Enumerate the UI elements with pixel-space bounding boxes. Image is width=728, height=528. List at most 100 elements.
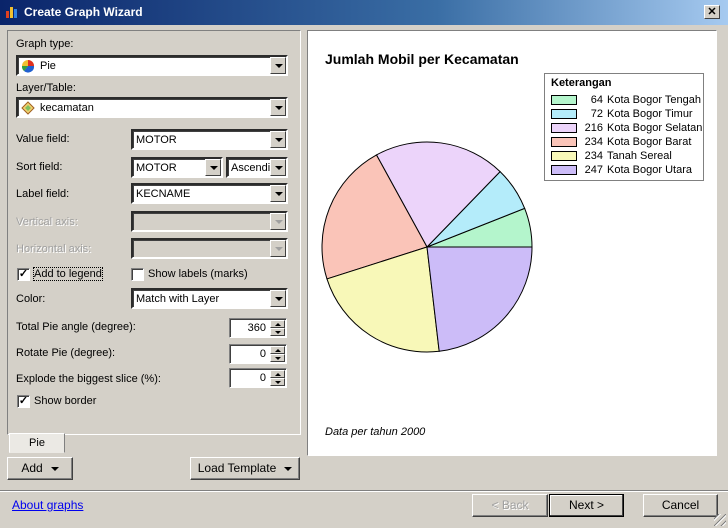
legend-label: Kota Bogor Timur xyxy=(607,108,693,120)
layer-value: kecamatan xyxy=(40,102,94,114)
legend-value: 234 xyxy=(584,150,603,162)
color-value: Match with Layer xyxy=(136,293,220,305)
chevron-down-icon[interactable] xyxy=(270,57,286,74)
layer-icon xyxy=(21,101,35,115)
next-button[interactable]: Next > xyxy=(549,494,624,517)
layer-label: Layer/Table: xyxy=(16,82,76,94)
vertical-axis-select xyxy=(131,211,288,232)
legend-swatch xyxy=(551,151,577,161)
legend-item: 234 Kota Bogor Barat xyxy=(551,136,701,149)
add-button-label: Add xyxy=(21,461,43,475)
chevron-down-icon[interactable] xyxy=(270,290,286,307)
pie-slice-6 xyxy=(426,246,533,352)
legend-value: 247 xyxy=(584,164,603,176)
chevron-down-icon xyxy=(270,213,286,230)
legend-item: 216 Kota Bogor Selatan xyxy=(551,122,703,135)
chart-legend: Keterangan 64 Kota Bogor Tengah 72 Kota Bog… xyxy=(544,73,704,181)
add-to-legend-label[interactable]: Add to legend xyxy=(33,267,103,281)
add-to-legend-checkbox[interactable]: ✓ xyxy=(17,268,30,281)
legend-value: 234 xyxy=(584,136,603,148)
chevron-down-icon[interactable] xyxy=(270,131,286,148)
spin-up-icon[interactable] xyxy=(270,320,285,328)
chevron-down-icon[interactable] xyxy=(205,159,221,176)
explode-label: Explode the biggest slice (%): xyxy=(16,373,161,385)
rotate-value: 0 xyxy=(259,348,266,360)
chevron-down-icon xyxy=(270,240,286,257)
label-field-label: Label field: xyxy=(16,188,70,200)
show-labels-checkbox[interactable] xyxy=(131,268,144,281)
title-bar: Create Graph Wizard ✕ xyxy=(0,0,728,25)
color-label: Color: xyxy=(16,293,46,305)
vertical-axis-label: Vertical axis: xyxy=(16,216,78,228)
checkmark-icon: ✓ xyxy=(18,395,29,407)
chevron-down-icon[interactable] xyxy=(270,99,286,116)
graph-type-label: Graph type: xyxy=(16,38,74,50)
total-angle-spinner[interactable]: 360 xyxy=(229,318,287,338)
show-border-label[interactable]: Show border xyxy=(34,395,96,407)
spin-up-icon[interactable] xyxy=(270,370,285,378)
color-select[interactable]: Match with Layer xyxy=(131,288,288,309)
cancel-button[interactable]: Cancel xyxy=(643,494,718,517)
chart-preview: Jumlah Mobil per Kecamatan Keterangan 64… xyxy=(307,30,717,456)
legend-swatch xyxy=(551,137,577,147)
legend-label: Kota Bogor Tengah xyxy=(607,94,701,106)
load-template-button[interactable]: Load Template xyxy=(190,457,300,480)
sort-order-value: Ascendir xyxy=(231,162,274,174)
resize-grip[interactable] xyxy=(714,514,726,526)
explode-spinner[interactable]: 0 xyxy=(229,368,287,388)
spin-down-icon[interactable] xyxy=(270,378,285,386)
graph-app-icon xyxy=(6,7,17,18)
legend-item: 247 Kota Bogor Utara xyxy=(551,164,701,177)
label-field-select[interactable]: KECNAME xyxy=(131,183,288,204)
graph-type-value: Pie xyxy=(40,60,56,72)
legend-label: Tanah Sereal xyxy=(607,150,672,162)
legend-item: 72 Kota Bogor Timur xyxy=(551,108,701,121)
horizontal-axis-select xyxy=(131,238,288,259)
show-border-checkbox[interactable]: ✓ xyxy=(17,395,30,408)
spin-up-icon[interactable] xyxy=(270,346,285,354)
pie-chart-icon xyxy=(21,60,35,73)
legend-swatch xyxy=(551,109,577,119)
caret-down-icon xyxy=(50,466,59,471)
add-button[interactable]: Add xyxy=(7,457,73,480)
legend-value: 216 xyxy=(584,122,603,134)
close-icon: ✕ xyxy=(707,6,717,18)
tab-pie[interactable]: Pie xyxy=(9,433,65,453)
caret-down-icon xyxy=(284,466,293,471)
horizontal-axis-label: Horizontal axis: xyxy=(16,243,92,255)
legend-label: Kota Bogor Barat xyxy=(607,136,692,148)
chevron-down-icon[interactable] xyxy=(270,159,286,176)
chevron-down-icon[interactable] xyxy=(270,185,286,202)
close-button[interactable]: ✕ xyxy=(704,5,720,19)
legend-value: 64 xyxy=(590,94,603,106)
legend-label: Kota Bogor Selatan xyxy=(607,122,703,134)
sort-field-select[interactable]: MOTOR xyxy=(131,157,223,178)
layer-select[interactable]: kecamatan xyxy=(16,97,288,118)
spin-down-icon[interactable] xyxy=(270,328,285,336)
rotate-label: Rotate Pie (degree): xyxy=(16,347,116,359)
value-field-select[interactable]: MOTOR xyxy=(131,129,288,150)
value-field-value: MOTOR xyxy=(136,134,177,146)
sort-field-label: Sort field: xyxy=(16,161,63,173)
label-field-value: KECNAME xyxy=(136,188,191,200)
back-button: < Back xyxy=(472,494,548,517)
sort-field-value: MOTOR xyxy=(136,162,177,174)
legend-item: 234 Tanah Sereal xyxy=(551,150,701,163)
show-labels-label[interactable]: Show labels (marks) xyxy=(148,268,248,280)
explode-value: 0 xyxy=(259,372,266,384)
rotate-spinner[interactable]: 0 xyxy=(229,344,287,364)
legend-swatch xyxy=(551,165,577,175)
sort-order-select[interactable]: Ascendir xyxy=(226,157,288,178)
spin-down-icon[interactable] xyxy=(270,354,285,362)
legend-swatch xyxy=(551,123,577,133)
load-template-label: Load Template xyxy=(197,461,277,475)
legend-swatch xyxy=(551,95,577,105)
value-field-label: Value field: xyxy=(16,133,70,145)
about-graphs-link[interactable]: About graphs xyxy=(12,498,83,512)
legend-label: Kota Bogor Utara xyxy=(607,164,692,176)
chart-footnote: Data per tahun 2000 xyxy=(325,426,426,438)
separator xyxy=(0,490,728,492)
graph-type-select[interactable]: Pie xyxy=(16,55,288,76)
legend-item: 64 Kota Bogor Tengah xyxy=(551,94,701,107)
checkmark-icon: ✓ xyxy=(18,268,29,280)
